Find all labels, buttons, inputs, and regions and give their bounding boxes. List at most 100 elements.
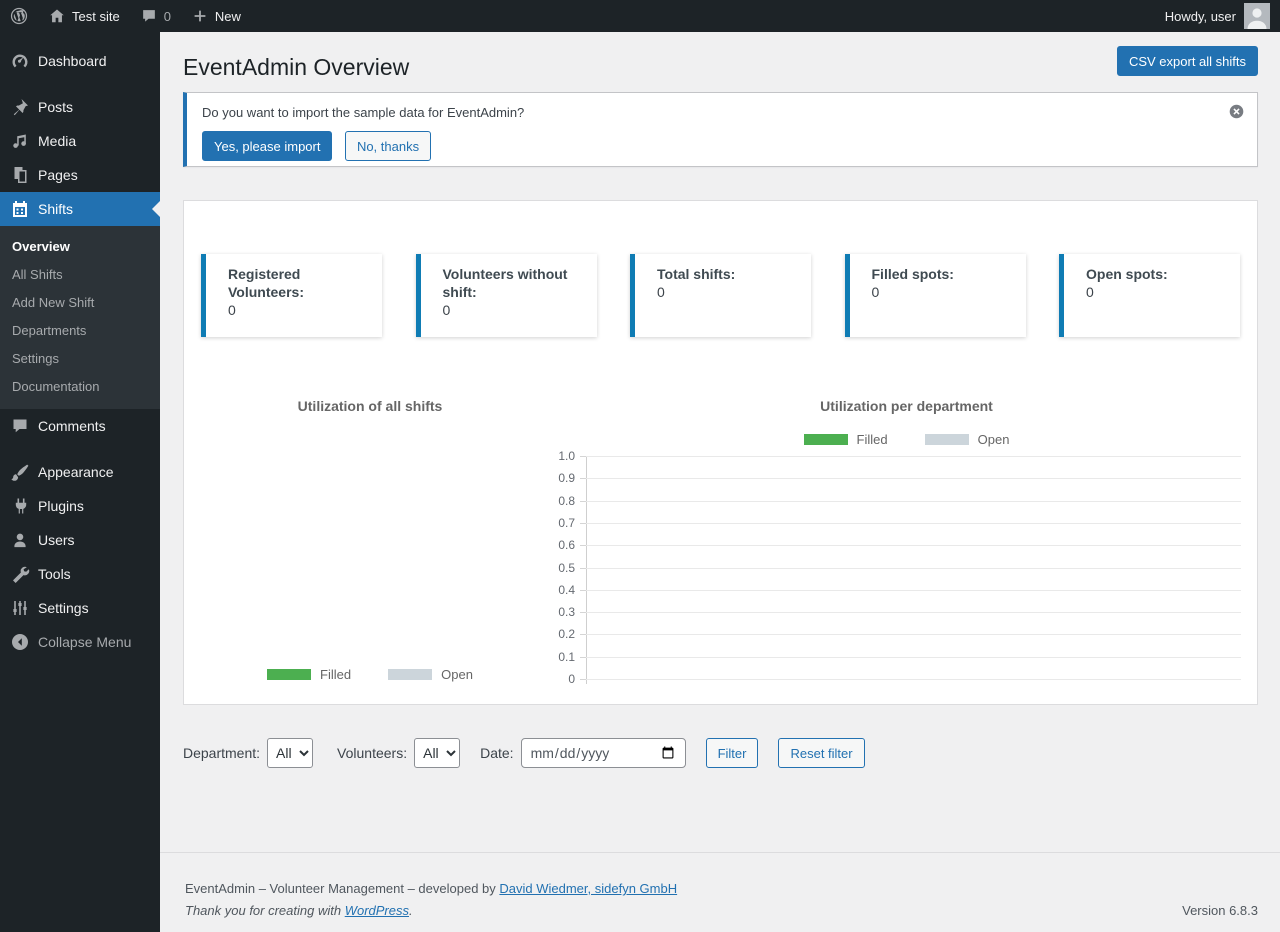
paintbrush-icon — [10, 462, 30, 482]
new-label: New — [215, 9, 241, 24]
comment-bubble-icon — [140, 7, 158, 25]
date-input[interactable] — [521, 738, 686, 768]
y-tick-label: 0.4 — [558, 583, 575, 597]
admin-bar-account-menu[interactable]: Howdy, user — [1155, 3, 1280, 29]
stat-card-volunteers-without-shift: Volunteers without shift: 0 — [416, 254, 597, 337]
y-tick-label: 0.6 — [558, 538, 575, 552]
collapse-arrow-icon — [10, 632, 30, 652]
howdy-greeting: Howdy, user — [1165, 9, 1236, 24]
sliders-icon — [10, 598, 30, 618]
page-title: EventAdmin Overview — [183, 32, 1258, 82]
y-tick-label: 0.2 — [558, 627, 575, 641]
admin-bar-comments[interactable]: 0 — [130, 0, 181, 32]
volunteers-label: Volunteers: — [337, 745, 407, 761]
submenu-item-departments[interactable]: Departments — [0, 317, 160, 345]
admin-bar: Test site 0 New Howdy, user — [0, 0, 1280, 32]
comments-icon — [10, 416, 30, 436]
sidebar-item-users[interactable]: Users — [0, 523, 160, 557]
csv-export-button[interactable]: CSV export all shifts — [1117, 46, 1258, 76]
legend-filled-swatch — [267, 669, 311, 680]
wordpress-logo-menu[interactable] — [0, 0, 38, 32]
filters-bar: Department: All Volunteers: All Date: Fi… — [183, 738, 1258, 768]
sidebar-item-appearance[interactable]: Appearance — [0, 455, 160, 489]
sidebar-item-collapse-menu[interactable]: Collapse Menu — [0, 625, 160, 659]
volunteers-select[interactable]: All — [414, 738, 460, 768]
y-tick-label: 0.1 — [558, 650, 575, 664]
pie-chart-title: Utilization of all shifts — [184, 398, 556, 414]
submenu-item-documentation[interactable]: Documentation — [0, 373, 160, 401]
admin-sidebar: Dashboard Posts Media Pages Shifts Overv… — [0, 32, 160, 932]
admin-bar-new[interactable]: New — [181, 0, 251, 32]
import-notice-message: Do you want to import the sample data fo… — [202, 104, 1242, 121]
y-tick-label: 0.8 — [558, 494, 575, 508]
submenu-item-overview[interactable]: Overview — [0, 233, 160, 261]
department-label: Department: — [183, 745, 260, 761]
sidebar-item-pages[interactable]: Pages — [0, 158, 160, 192]
sidebar-item-dashboard[interactable]: Dashboard — [0, 44, 160, 78]
legend-filled-swatch — [804, 434, 848, 445]
plugin-credit-text: EventAdmin – Volunteer Management – deve… — [185, 881, 499, 896]
import-no-button[interactable]: No, thanks — [345, 131, 431, 161]
gridline — [586, 568, 1241, 569]
version-label: Version 6.8.3 — [1182, 903, 1258, 918]
wrench-icon — [10, 564, 30, 584]
stat-card-filled-spots: Filled spots: 0 — [845, 254, 1026, 337]
legend-open-swatch — [388, 669, 432, 680]
pages-icon — [10, 165, 30, 185]
reset-filter-button[interactable]: Reset filter — [778, 738, 864, 768]
y-tick-label: 0.5 — [558, 561, 575, 575]
wordpress-link[interactable]: WordPress — [345, 903, 409, 918]
sidebar-label: Posts — [38, 99, 73, 115]
shifts-submenu: Overview All Shifts Add New Shift Depart… — [0, 226, 160, 409]
submenu-item-add-new-shift[interactable]: Add New Shift — [0, 289, 160, 317]
comments-count: 0 — [164, 9, 171, 24]
dashboard-icon — [10, 51, 30, 71]
gridline — [586, 456, 1241, 457]
bar-chart-title: Utilization per department — [556, 398, 1257, 414]
plugin-icon — [10, 496, 30, 516]
wordpress-thanks: Thank you for creating with WordPress. — [185, 903, 413, 918]
filter-button[interactable]: Filter — [706, 738, 759, 768]
bar-chart-plot-area: 1.0 0.9 0.8 0.7 0.6 0.5 0.4 0.3 0.2 0.1 … — [586, 456, 1241, 679]
submenu-item-all-shifts[interactable]: All Shifts — [0, 261, 160, 289]
gridline — [586, 634, 1241, 635]
bar-chart-legend: Filled Open — [556, 432, 1257, 447]
sidebar-item-shifts[interactable]: Shifts — [0, 192, 160, 226]
stat-card-registered-volunteers: Registered Volunteers: 0 — [201, 254, 382, 337]
y-tick-label: 1.0 — [558, 449, 575, 463]
stat-card-total-shifts: Total shifts: 0 — [630, 254, 811, 337]
y-tick-label: 0.9 — [558, 471, 575, 485]
stat-card-value: 0 — [657, 283, 801, 301]
gridline — [586, 523, 1241, 524]
plugin-credit: EventAdmin – Volunteer Management – deve… — [185, 881, 1258, 896]
stat-card-title: Open spots: — [1086, 265, 1230, 283]
sidebar-item-posts[interactable]: Posts — [0, 90, 160, 124]
dismiss-notice-icon[interactable] — [1228, 103, 1245, 120]
sidebar-item-plugins[interactable]: Plugins — [0, 489, 160, 523]
sidebar-item-comments[interactable]: Comments — [0, 409, 160, 443]
stats-cards-row: Registered Volunteers: 0 Volunteers with… — [201, 254, 1240, 337]
submenu-item-settings[interactable]: Settings — [0, 345, 160, 373]
gridline — [586, 679, 1241, 680]
stat-card-title: Registered Volunteers: — [228, 265, 372, 301]
developer-link[interactable]: David Wiedmer, sidefyn GmbH — [499, 881, 677, 896]
sidebar-item-media[interactable]: Media — [0, 124, 160, 158]
stat-card-title: Filled spots: — [872, 265, 1016, 283]
sidebar-label: Pages — [38, 167, 78, 183]
admin-bar-site-name[interactable]: Test site — [38, 0, 130, 32]
sidebar-item-settings[interactable]: Settings — [0, 591, 160, 625]
department-select[interactable]: All — [267, 738, 313, 768]
stat-card-value: 0 — [872, 283, 1016, 301]
import-yes-button[interactable]: Yes, please import — [202, 131, 332, 161]
sidebar-label: Tools — [38, 566, 71, 582]
overview-panel: Registered Volunteers: 0 Volunteers with… — [183, 200, 1258, 705]
sidebar-item-tools[interactable]: Tools — [0, 557, 160, 591]
pin-icon — [10, 97, 30, 117]
sidebar-label: Collapse Menu — [38, 634, 131, 650]
sidebar-label: Appearance — [38, 464, 114, 480]
sidebar-label: Users — [38, 532, 75, 548]
stat-card-value: 0 — [228, 301, 372, 319]
sidebar-label: Comments — [38, 418, 106, 434]
stat-card-title: Total shifts: — [657, 265, 801, 283]
import-notice: Do you want to import the sample data fo… — [183, 92, 1258, 167]
